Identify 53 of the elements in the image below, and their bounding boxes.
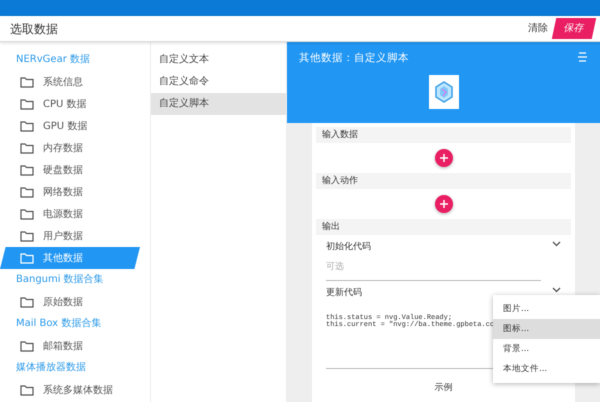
example-button[interactable]: 示例 bbox=[428, 380, 458, 396]
section-heading: 输出 bbox=[316, 219, 571, 235]
plus-icon bbox=[440, 200, 448, 208]
group-heading: Mail Box 数据合集 bbox=[15, 317, 102, 331]
save-button[interactable]: 保存 bbox=[552, 18, 596, 39]
group-heading: 媒体播放器数据 bbox=[15, 360, 87, 375]
group-heading: Bangumi 数据合集 bbox=[15, 273, 105, 287]
clear-button[interactable]: 清除 bbox=[522, 18, 554, 39]
chevron-down-icon[interactable] bbox=[552, 287, 561, 293]
folder-icon bbox=[20, 98, 34, 110]
input-field[interactable]: 可选 bbox=[326, 258, 541, 281]
folder-icon bbox=[20, 340, 34, 352]
sidebar-item[interactable]: 原始数据 bbox=[0, 291, 140, 313]
crystal-logo-icon[interactable] bbox=[428, 74, 458, 109]
sidebar-item[interactable]: 系统信息 bbox=[0, 71, 140, 93]
sidebar-item[interactable]: 硬盘数据 bbox=[0, 159, 140, 181]
dialog-title: 选取数据 bbox=[9, 20, 58, 38]
group-heading: NERvGear 数据 bbox=[15, 53, 91, 67]
chevron-down-icon[interactable] bbox=[552, 241, 561, 247]
menu-item[interactable]: 图片... bbox=[493, 299, 600, 319]
sidebar-item[interactable]: 系统多媒体数据 bbox=[0, 379, 140, 401]
menu-icon[interactable] bbox=[577, 52, 588, 62]
section-heading: 输入数据 bbox=[316, 127, 571, 143]
sidebar-item[interactable]: 邮箱数据 bbox=[0, 335, 140, 357]
folder-icon bbox=[20, 142, 34, 154]
list-item[interactable]: 自定义文本 bbox=[151, 49, 286, 71]
folder-icon bbox=[20, 230, 34, 242]
list-item[interactable]: 自定义命令 bbox=[151, 71, 286, 93]
folder-icon bbox=[20, 76, 34, 88]
add-button[interactable] bbox=[434, 149, 452, 167]
folder-icon bbox=[20, 164, 34, 176]
sidebar-item[interactable]: CPU 数据 bbox=[0, 93, 140, 115]
menu-item[interactable]: 图标... bbox=[493, 319, 600, 339]
plus-icon bbox=[440, 154, 448, 162]
detail-title: 其他数据：自定义脚本 bbox=[299, 51, 409, 66]
folder-icon bbox=[20, 208, 34, 220]
section-heading: 输入动作 bbox=[316, 173, 571, 189]
sidebar-item[interactable]: GPU 数据 bbox=[0, 115, 140, 137]
sidebar-item[interactable]: 电源数据 bbox=[0, 203, 140, 225]
sidebar-item[interactable]: 网络数据 bbox=[0, 181, 140, 203]
sidebar-item[interactable]: 内存数据 bbox=[0, 137, 140, 159]
folder-icon bbox=[20, 384, 34, 396]
list-item[interactable]: 自定义脚本 bbox=[151, 93, 286, 115]
folder-icon bbox=[20, 296, 34, 308]
field-label: 初始化代码 bbox=[326, 241, 371, 254]
menu-item[interactable]: 本地文件... bbox=[493, 359, 600, 379]
add-button[interactable] bbox=[434, 195, 452, 213]
folder-icon bbox=[20, 252, 34, 264]
folder-icon bbox=[20, 186, 34, 198]
folder-icon bbox=[20, 120, 34, 132]
menu-item[interactable]: 背景... bbox=[493, 339, 600, 359]
field-label: 更新代码 bbox=[326, 287, 362, 300]
sidebar-item[interactable]: 用户数据 bbox=[0, 225, 140, 247]
